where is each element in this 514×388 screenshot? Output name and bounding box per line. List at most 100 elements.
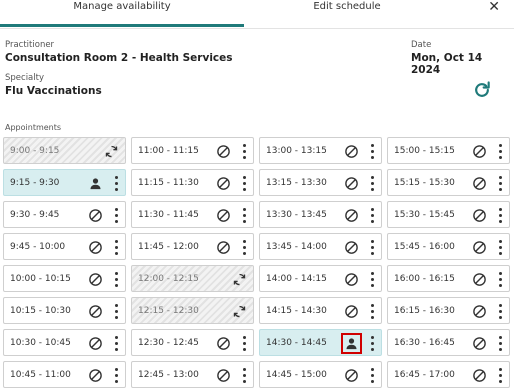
- appointment-slot[interactable]: 14:00 - 14:15: [259, 265, 382, 292]
- sync-icon[interactable]: [232, 304, 247, 319]
- block-icon[interactable]: [472, 176, 487, 191]
- block-icon[interactable]: [88, 368, 103, 383]
- appointment-slot[interactable]: 11:45 - 12:00: [131, 233, 254, 260]
- appointment-slot[interactable]: 9:45 - 10:00: [3, 233, 126, 260]
- appointment-slot[interactable]: 12:45 - 13:00: [131, 361, 254, 388]
- more-options-icon[interactable]: [115, 367, 118, 384]
- more-options-icon[interactable]: [371, 239, 374, 256]
- more-options-icon[interactable]: [371, 175, 374, 192]
- appointment-slot[interactable]: 10:00 - 10:15: [3, 265, 126, 292]
- more-options-icon[interactable]: [243, 175, 246, 192]
- appointment-slot[interactable]: 10:45 - 11:00: [3, 361, 126, 388]
- block-icon[interactable]: [88, 208, 103, 223]
- more-options-icon[interactable]: [243, 239, 246, 256]
- more-options-icon[interactable]: [371, 143, 374, 160]
- more-options-icon[interactable]: [371, 303, 374, 320]
- block-icon[interactable]: [88, 336, 103, 351]
- appointment-slot[interactable]: 16:00 - 16:15: [387, 265, 510, 292]
- block-icon[interactable]: [216, 208, 231, 223]
- block-icon[interactable]: [88, 304, 103, 319]
- more-options-icon[interactable]: [499, 367, 502, 384]
- appointment-slot[interactable]: 16:30 - 16:45: [387, 329, 510, 356]
- appointment-slot[interactable]: 12:30 - 12:45: [131, 329, 254, 356]
- block-icon[interactable]: [472, 144, 487, 159]
- more-options-icon[interactable]: [499, 207, 502, 224]
- appointment-slot[interactable]: 10:15 - 10:30: [3, 297, 126, 324]
- block-icon[interactable]: [472, 272, 487, 287]
- more-options-icon[interactable]: [115, 207, 118, 224]
- person-icon[interactable]: [341, 333, 362, 354]
- more-options-icon[interactable]: [499, 175, 502, 192]
- block-icon[interactable]: [216, 368, 231, 383]
- more-options-icon[interactable]: [115, 271, 118, 288]
- block-icon[interactable]: [88, 240, 103, 255]
- appointment-slot[interactable]: 9:30 - 9:45: [3, 201, 126, 228]
- block-icon[interactable]: [344, 272, 359, 287]
- appointment-slot[interactable]: 12:15 - 12:30: [131, 297, 254, 324]
- more-options-icon[interactable]: [243, 367, 246, 384]
- block-icon[interactable]: [472, 240, 487, 255]
- more-options-icon[interactable]: [499, 271, 502, 288]
- appointment-slot[interactable]: 15:45 - 16:00: [387, 233, 510, 260]
- more-options-icon[interactable]: [371, 335, 374, 352]
- block-icon[interactable]: [472, 208, 487, 223]
- block-icon[interactable]: [216, 336, 231, 351]
- more-options-icon[interactable]: [371, 207, 374, 224]
- block-icon[interactable]: [344, 240, 359, 255]
- block-icon[interactable]: [344, 176, 359, 191]
- more-options-icon[interactable]: [243, 207, 246, 224]
- block-icon[interactable]: [472, 368, 487, 383]
- appointment-slot[interactable]: 16:45 - 17:00: [387, 361, 510, 388]
- tab-edit-schedule[interactable]: Edit schedule: [244, 0, 450, 26]
- appointment-slot[interactable]: 13:45 - 14:00: [259, 233, 382, 260]
- more-options-icon[interactable]: [499, 143, 502, 160]
- appointment-slot[interactable]: 13:30 - 13:45: [259, 201, 382, 228]
- appointment-slot[interactable]: 10:30 - 10:45: [3, 329, 126, 356]
- appointment-slot[interactable]: 15:00 - 15:15: [387, 137, 510, 164]
- appointment-slot[interactable]: 11:15 - 11:30: [131, 169, 254, 196]
- more-options-icon[interactable]: [371, 367, 374, 384]
- appointment-slot[interactable]: 15:30 - 15:45: [387, 201, 510, 228]
- block-icon[interactable]: [344, 208, 359, 223]
- sync-icon[interactable]: [104, 144, 119, 159]
- appointment-slot[interactable]: 13:15 - 13:30: [259, 169, 382, 196]
- appointment-slot[interactable]: 15:15 - 15:30: [387, 169, 510, 196]
- more-options-icon[interactable]: [499, 239, 502, 256]
- more-options-icon[interactable]: [243, 335, 246, 352]
- person-icon[interactable]: [88, 176, 103, 191]
- block-icon[interactable]: [472, 304, 487, 319]
- appointment-slot[interactable]: 12:00 - 12:15: [131, 265, 254, 292]
- refresh-icon[interactable]: [472, 80, 492, 100]
- tab-manage-availability[interactable]: Manage availability: [0, 0, 244, 27]
- slot-time: 11:15 - 11:30: [138, 178, 199, 188]
- appointment-slot[interactable]: 14:45 - 15:00: [259, 361, 382, 388]
- appointment-slot[interactable]: 13:00 - 13:15: [259, 137, 382, 164]
- appointment-slot[interactable]: 14:30 - 14:45: [259, 329, 382, 356]
- more-options-icon[interactable]: [115, 175, 118, 192]
- block-icon[interactable]: [344, 304, 359, 319]
- appointment-slot[interactable]: 11:30 - 11:45: [131, 201, 254, 228]
- more-options-icon[interactable]: [499, 303, 502, 320]
- appointment-slot[interactable]: 9:15 - 9:30: [3, 169, 126, 196]
- slot-time: 11:30 - 11:45: [138, 210, 199, 220]
- more-options-icon[interactable]: [115, 303, 118, 320]
- more-options-icon[interactable]: [115, 335, 118, 352]
- close-icon[interactable]: ✕: [488, 0, 500, 14]
- block-icon[interactable]: [88, 272, 103, 287]
- more-options-icon[interactable]: [499, 335, 502, 352]
- more-options-icon[interactable]: [115, 239, 118, 256]
- appointment-slot[interactable]: 11:00 - 11:15: [131, 137, 254, 164]
- practitioner-value: Consultation Room 2 - Health Services: [5, 52, 233, 64]
- appointment-slot[interactable]: 9:00 - 9:15: [3, 137, 126, 164]
- more-options-icon[interactable]: [243, 143, 246, 160]
- block-icon[interactable]: [216, 176, 231, 191]
- block-icon[interactable]: [472, 336, 487, 351]
- appointment-slot[interactable]: 16:15 - 16:30: [387, 297, 510, 324]
- block-icon[interactable]: [344, 144, 359, 159]
- appointment-slot[interactable]: 14:15 - 14:30: [259, 297, 382, 324]
- block-icon[interactable]: [344, 368, 359, 383]
- block-icon[interactable]: [216, 144, 231, 159]
- block-icon[interactable]: [216, 240, 231, 255]
- more-options-icon[interactable]: [371, 271, 374, 288]
- sync-icon[interactable]: [232, 272, 247, 287]
